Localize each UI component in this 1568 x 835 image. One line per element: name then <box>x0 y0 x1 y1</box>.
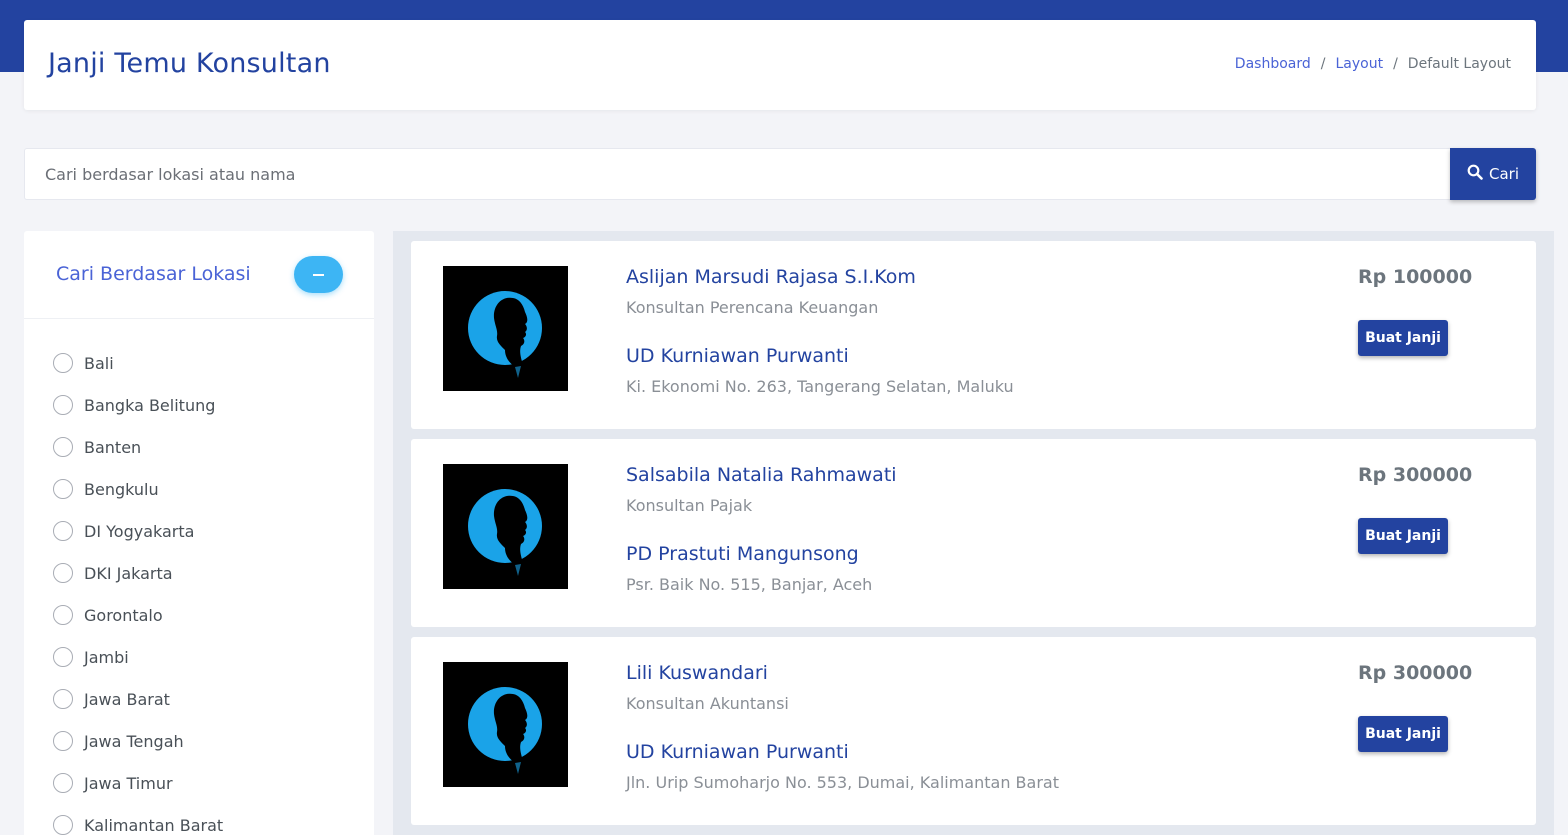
book-appointment-button[interactable]: Buat Janji <box>1358 320 1448 356</box>
breadcrumb-layout[interactable]: Layout <box>1335 56 1383 72</box>
person-silhouette-icon <box>443 662 568 787</box>
location-label: Bangka Belitung <box>84 395 216 415</box>
location-option[interactable]: Banten <box>24 426 374 468</box>
minus-icon <box>313 273 324 276</box>
consultant-price: Rp 300000 <box>1358 662 1473 684</box>
book-appointment-button[interactable]: Buat Janji <box>1358 716 1448 752</box>
location-list: Bali Bangka Belitung Banten Bengkulu DI Yogy… <box>24 319 374 835</box>
location-label: Jambi <box>84 647 129 667</box>
radio-button[interactable] <box>53 479 73 499</box>
consultant-address: Jln. Urip Sumoharjo No. 553, Dumai, Kali… <box>626 773 1059 792</box>
radio-button[interactable] <box>53 773 73 793</box>
location-label: DKI Jakarta <box>84 563 173 583</box>
radio-button[interactable] <box>53 353 73 373</box>
location-option[interactable]: Jambi <box>24 636 374 678</box>
avatar <box>443 266 568 391</box>
search-input[interactable] <box>24 148 1450 200</box>
page-header: Janji Temu Konsultan Dashboard / Layout … <box>24 20 1536 110</box>
location-option[interactable]: Bangka Belitung <box>24 384 374 426</box>
location-label: Bengkulu <box>84 479 159 499</box>
location-label: Jawa Timur <box>84 773 173 793</box>
person-silhouette-icon <box>443 266 568 391</box>
location-filter-panel: Cari Berdasar Lokasi Bali Bangka Belitung… <box>24 231 374 835</box>
consultant-card: Aslijan Marsudi Rajasa S.I.Kom Konsultan … <box>411 241 1536 429</box>
search-button-label: Cari <box>1489 165 1519 183</box>
consultant-role: Konsultan Pajak <box>626 496 753 515</box>
avatar <box>443 662 568 787</box>
location-option[interactable]: Bengkulu <box>24 468 374 510</box>
radio-button[interactable] <box>53 521 73 541</box>
book-appointment-button[interactable]: Buat Janji <box>1358 518 1448 554</box>
location-option[interactable]: Jawa Barat <box>24 678 374 720</box>
breadcrumb: Dashboard / Layout / Default Layout <box>1235 56 1511 72</box>
radio-button[interactable] <box>53 605 73 625</box>
radio-button[interactable] <box>53 563 73 583</box>
location-option[interactable]: DKI Jakarta <box>24 552 374 594</box>
collapse-button[interactable] <box>294 256 343 293</box>
search-icon <box>1467 164 1483 184</box>
avatar <box>443 464 568 589</box>
consultant-price: Rp 100000 <box>1358 266 1473 288</box>
radio-button[interactable] <box>53 647 73 667</box>
search-bar: Cari <box>24 148 1536 200</box>
breadcrumb-separator: / <box>1320 56 1326 72</box>
consultant-price: Rp 300000 <box>1358 464 1473 486</box>
radio-button[interactable] <box>53 395 73 415</box>
page-title: Janji Temu Konsultan <box>48 48 331 79</box>
location-option[interactable]: Gorontalo <box>24 594 374 636</box>
location-option[interactable]: Jawa Tengah <box>24 720 374 762</box>
breadcrumb-dashboard[interactable]: Dashboard <box>1235 56 1311 72</box>
radio-button[interactable] <box>53 689 73 709</box>
consultant-role: Konsultan Akuntansi <box>626 694 789 713</box>
location-label: Kalimantan Barat <box>84 815 224 835</box>
radio-button[interactable] <box>53 731 73 751</box>
location-option[interactable]: DI Yogyakarta <box>24 510 374 552</box>
radio-button[interactable] <box>53 437 73 457</box>
consultant-company[interactable]: UD Kurniawan Purwanti <box>626 345 849 367</box>
consultant-name[interactable]: Aslijan Marsudi Rajasa S.I.Kom <box>626 266 916 288</box>
location-option[interactable]: Bali <box>24 342 374 384</box>
consultant-role: Konsultan Perencana Keuangan <box>626 298 879 317</box>
location-label: Gorontalo <box>84 605 163 625</box>
consultant-name[interactable]: Lili Kuswandari <box>626 662 768 684</box>
location-filter-header: Cari Berdasar Lokasi <box>24 231 374 319</box>
location-option[interactable]: Kalimantan Barat <box>24 804 374 835</box>
consultant-company[interactable]: UD Kurniawan Purwanti <box>626 741 849 763</box>
consultant-card: Lili Kuswandari Konsultan Akuntansi UD Kur… <box>411 637 1536 825</box>
consultant-company[interactable]: PD Prastuti Mangunsong <box>626 543 859 565</box>
location-label: Jawa Tengah <box>84 731 184 751</box>
location-filter-title: Cari Berdasar Lokasi <box>56 263 251 285</box>
consultant-results: Aslijan Marsudi Rajasa S.I.Kom Konsultan … <box>393 231 1554 835</box>
consultant-address: Ki. Ekonomi No. 263, Tangerang Selatan, … <box>626 377 1014 396</box>
breadcrumb-current: Default Layout <box>1407 56 1511 72</box>
breadcrumb-separator: / <box>1393 56 1398 72</box>
consultant-name[interactable]: Salsabila Natalia Rahmawati <box>626 464 897 486</box>
location-option[interactable]: Jawa Timur <box>24 762 374 804</box>
person-silhouette-icon <box>443 464 568 589</box>
search-button[interactable]: Cari <box>1450 148 1536 200</box>
radio-button[interactable] <box>53 815 73 835</box>
consultant-address: Psr. Baik No. 515, Banjar, Aceh <box>626 575 873 594</box>
location-label: Banten <box>84 437 142 457</box>
consultant-card: Salsabila Natalia Rahmawati Konsultan Paj… <box>411 439 1536 627</box>
location-label: Jawa Barat <box>84 689 170 709</box>
location-label: DI Yogyakarta <box>84 521 195 541</box>
location-label: Bali <box>84 353 114 373</box>
